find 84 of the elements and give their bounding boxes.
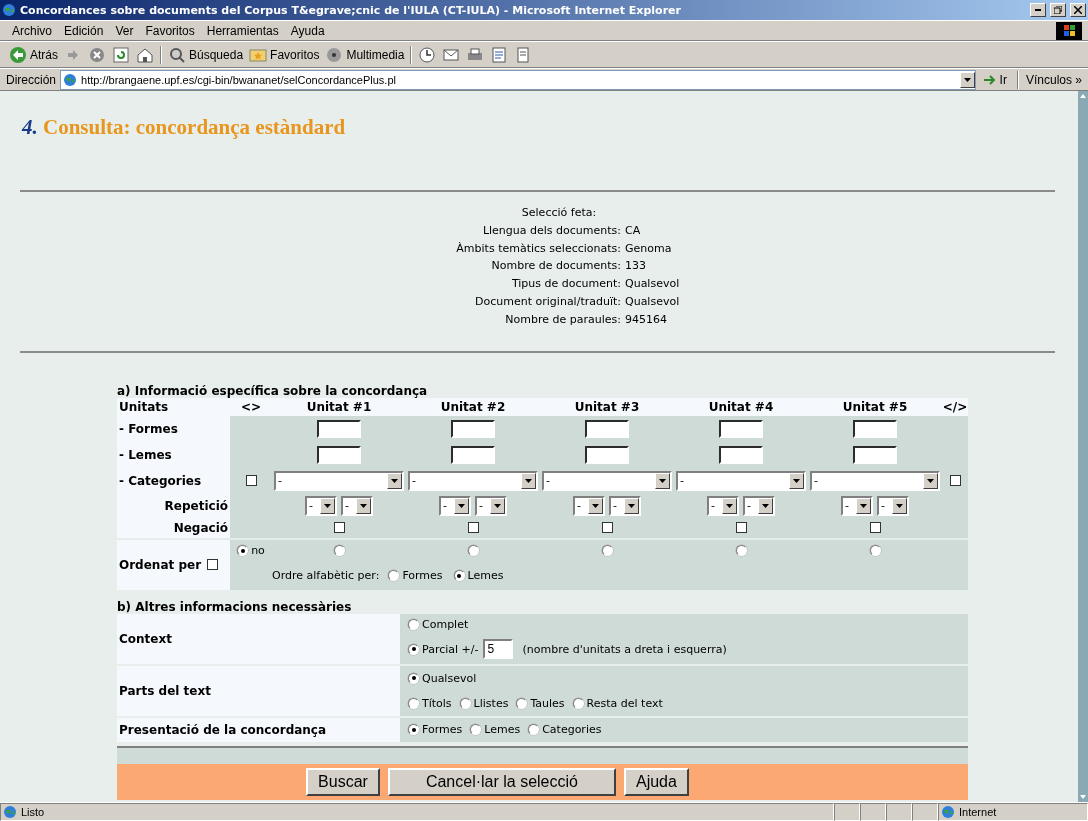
repetition-dropdown[interactable]: - <box>841 495 873 516</box>
row-label: - Formes <box>117 415 230 442</box>
radio-label: Categories <box>542 723 602 737</box>
row-label: - Categories <box>117 467 230 494</box>
radio-label: Llistes <box>473 696 509 710</box>
zone-text: Internet <box>959 806 997 818</box>
row-label: Unitats <box>117 397 230 416</box>
menu-item[interactable]: Archivo <box>6 23 58 38</box>
column-header: Unitat #2 <box>440 399 506 414</box>
radio-label: Títols <box>422 696 452 710</box>
radio-label: Lemes <box>467 569 504 583</box>
menu-item[interactable]: Ayuda <box>284 23 331 38</box>
section-title: b) Altres informacions necessàries <box>117 598 353 614</box>
selection-value: CA <box>625 222 642 239</box>
category-dropdown[interactable]: - <box>542 470 672 491</box>
page-heading: 4. Consulta: concordança estàndard <box>22 115 347 140</box>
selection-label: Nombre de documents: <box>491 258 621 275</box>
address-label: Dirección <box>6 72 56 87</box>
radio-label: Formes <box>402 569 443 583</box>
selection-label: Tipus de document: <box>511 276 621 293</box>
repetition-dropdown[interactable]: - <box>743 495 775 516</box>
row-label: Context <box>117 613 400 664</box>
selection-value: Genoma <box>625 240 673 257</box>
row-label: Parts del text <box>117 665 400 716</box>
column-header: Unitat #3 <box>574 399 640 414</box>
status-text: Listo <box>21 806 45 818</box>
row-label: Negació <box>117 517 230 538</box>
column-header: Unitat #4 <box>708 399 774 414</box>
selection-title: Selecció feta: <box>521 205 597 221</box>
category-dropdown[interactable]: - <box>408 470 538 491</box>
toolbar-button[interactable]: Multimedia <box>322 43 408 66</box>
toolbar-button[interactable]: Favoritos <box>246 43 323 66</box>
category-dropdown[interactable]: - <box>810 470 940 491</box>
category-dropdown[interactable]: - <box>676 470 806 491</box>
radio-label: Qualsevol <box>422 671 477 685</box>
selection-label: Àmbits temàtics seleccionats: <box>456 240 621 257</box>
selection-label: Llengua dels documents: <box>482 222 621 239</box>
repetition-dropdown[interactable]: - <box>341 495 373 516</box>
repetition-dropdown[interactable]: - <box>877 495 909 516</box>
row-label: - Lemes <box>117 441 230 468</box>
toolbar-button[interactable]: Búsqueda <box>165 43 247 66</box>
radio-label: Taules <box>530 696 565 710</box>
repetition-dropdown[interactable]: - <box>573 495 605 516</box>
alphabetical-order-label: Ordre alfabètic per: <box>272 569 380 583</box>
radio-label: Formes <box>422 723 463 737</box>
radio-label: Resta del text <box>586 696 663 710</box>
selection-value: Qualsevol <box>625 276 681 293</box>
repetition-dropdown[interactable]: - <box>707 495 739 516</box>
open-tag-label: <> <box>240 399 262 414</box>
menu-item[interactable]: Ver <box>109 23 140 38</box>
selection-label: Document original/traduït: <box>475 294 621 310</box>
selection-value: 133 <box>625 258 647 275</box>
menu-item[interactable]: Edición <box>58 23 110 38</box>
address-field[interactable]: http://brangaene.upf.es/cgi-bin/bwananet/selConcordancePlus.pl <box>60 69 976 90</box>
selection-value: Qualsevol <box>625 294 681 310</box>
menu-item[interactable]: Favoritos <box>139 23 201 38</box>
window-title: Concordances sobre documents del Corpus T&egrave;cnic de l'IULA (CT-IULA) - Microsoft Internet Explorer <box>20 3 682 17</box>
go-button[interactable]: Ir <box>979 68 1010 91</box>
number-field[interactable]: 5 <box>483 639 514 660</box>
hint-text: (nombre d'unitats a dreta i esquerra) <box>522 642 727 656</box>
links-label[interactable]: Vínculos » <box>1025 72 1082 87</box>
close-tag-label: </> <box>942 399 968 414</box>
row-label: Presentació de la concordança <box>117 717 400 742</box>
selection-label: Nombre de paraules: <box>505 311 621 328</box>
column-header: Unitat #1 <box>306 399 372 414</box>
radio-label: Lemes <box>484 723 521 737</box>
repetition-dropdown[interactable]: - <box>609 495 641 516</box>
repetition-dropdown[interactable]: - <box>305 495 337 516</box>
radio-label: Parcial +/- <box>422 642 479 656</box>
form-button[interactable]: Cancel·lar la selecció <box>387 767 616 796</box>
repetition-dropdown[interactable]: - <box>439 495 471 516</box>
selection-value: 945164 <box>625 311 668 328</box>
category-dropdown[interactable]: - <box>274 470 404 491</box>
radio-label: no <box>251 544 265 558</box>
repetition-dropdown[interactable]: - <box>475 495 507 516</box>
column-header: Unitat #5 <box>842 399 908 414</box>
menu-item[interactable]: Herramientas <box>200 23 285 38</box>
radio-label: Complet <box>422 617 469 631</box>
row-label: Ordenat per <box>119 557 202 572</box>
section-title: a) Informació específica sobre la concordança <box>117 382 429 398</box>
form-button[interactable]: Buscar <box>306 767 380 796</box>
row-label: Repetició <box>117 493 230 518</box>
toolbar-button[interactable]: Atrás <box>6 43 61 66</box>
form-button[interactable]: Ajuda <box>623 767 689 796</box>
